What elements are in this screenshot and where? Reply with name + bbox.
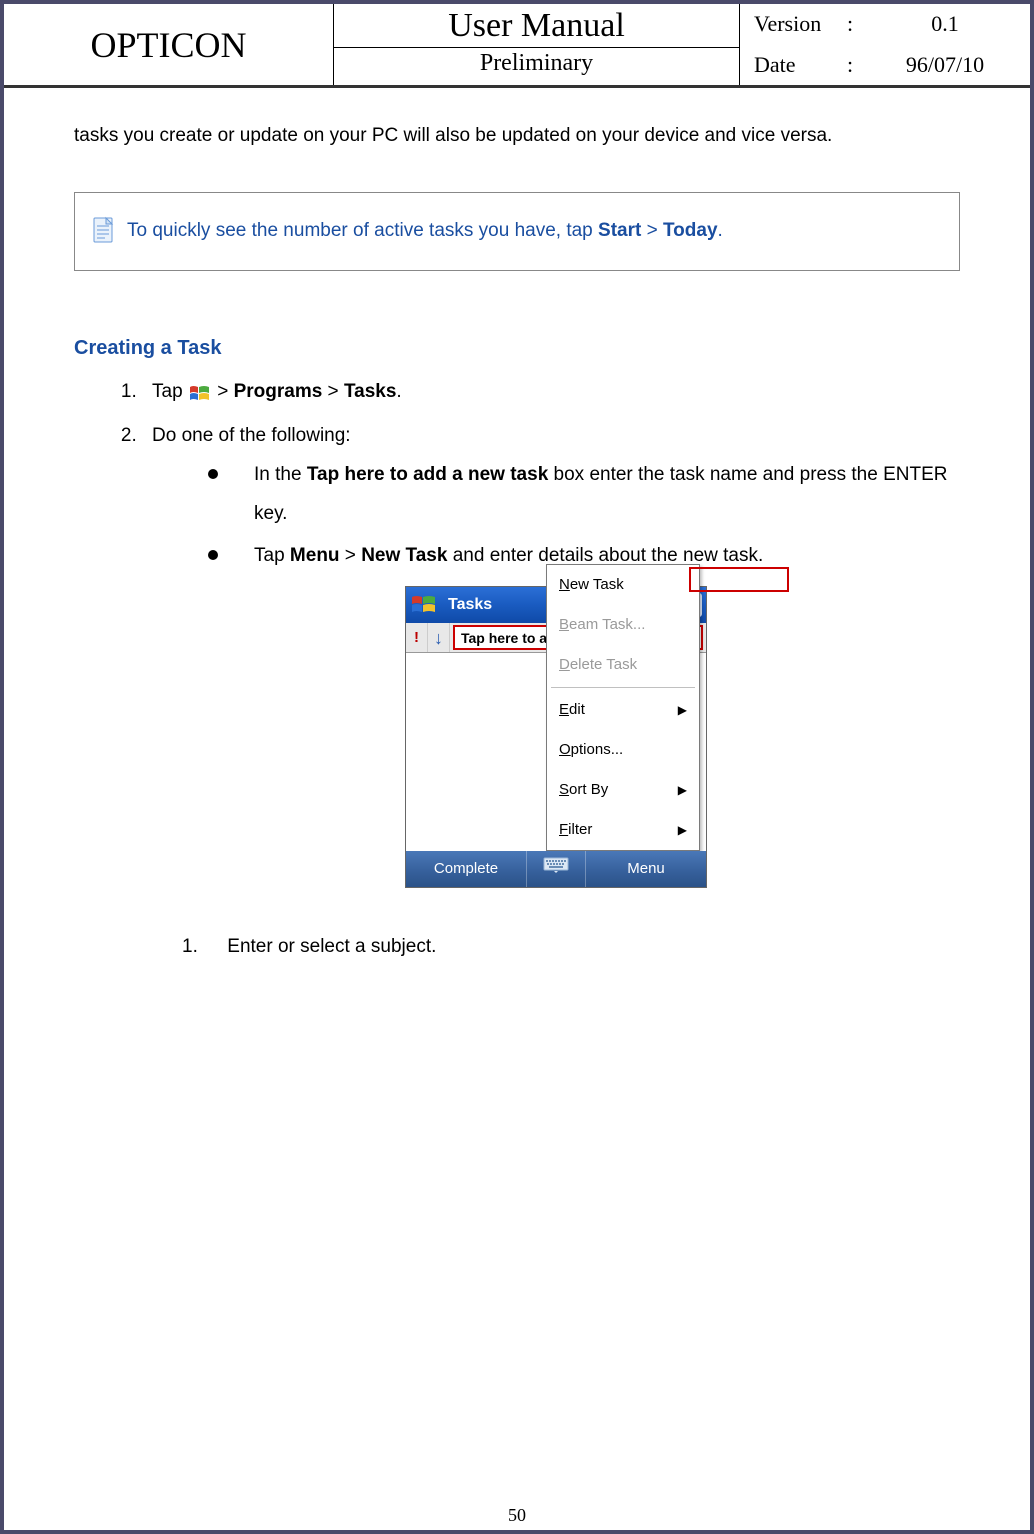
note-text: To quickly see the number of active task… <box>127 215 723 247</box>
bullet-1: In the Tap here to add a new task box en… <box>208 455 960 535</box>
menu-separator-1 <box>551 687 695 688</box>
sort-column[interactable]: ↓ <box>428 623 450 652</box>
bullet-list: In the Tap here to add a new task box en… <box>152 455 960 577</box>
menu-filter[interactable]: Filter ▶ <box>547 810 699 850</box>
date-row: Date : 96/07/10 <box>740 45 1030 86</box>
b2-b1: Menu <box>290 545 340 566</box>
intro-text: tasks you create or update on your PC wi… <box>74 120 960 152</box>
version-label: Version <box>740 11 840 37</box>
header-meta: Version : 0.1 Date : 96/07/10 <box>740 4 1030 85</box>
content-area: tasks you create or update on your PC wi… <box>4 88 1030 966</box>
b1-bold: Tap here to add a new task <box>307 464 548 485</box>
start-button[interactable] <box>410 591 438 619</box>
menu-beam-task: Beam Task... <box>547 605 699 645</box>
menu-new-task[interactable]: New Task <box>547 565 699 605</box>
note-mid: > <box>641 220 663 241</box>
menu-delete-task-label: Delete Task <box>559 650 637 680</box>
version-value: 0.1 <box>860 11 1030 37</box>
step1-gtpre: > <box>212 381 234 402</box>
windows-icon <box>188 381 212 403</box>
keyboard-icon <box>543 854 569 884</box>
menu-popup: New Task Beam Task... Delete Task Edit <box>546 564 700 851</box>
b2-b2: New Task <box>361 545 447 566</box>
menu-sortby-label: Sort By <box>559 775 608 805</box>
substep-number: 1. <box>182 928 222 966</box>
steps-list: Tap > Programs > Tasks. Do one of the fo… <box>74 373 960 967</box>
b2-post: and enter details about the new task. <box>447 545 763 566</box>
softkey-complete[interactable]: Complete <box>406 854 526 884</box>
softkey-menu[interactable]: Menu <box>586 854 706 884</box>
menu-filter-label: Filter <box>559 815 592 845</box>
page-number: 50 <box>4 1505 1030 1526</box>
date-colon: : <box>840 52 860 78</box>
step1-pre: Tap <box>152 381 188 402</box>
substep-text: Enter or select a subject. <box>227 936 436 957</box>
menu-options-label: Options... <box>559 735 623 765</box>
step2-text: Do one of the following: <box>152 425 351 446</box>
step-1: Tap > Programs > Tasks. <box>142 373 960 411</box>
step1-b1: Programs <box>234 381 323 402</box>
header-title-block: User Manual Preliminary <box>334 4 740 85</box>
priority-column[interactable]: ! <box>406 623 428 652</box>
menu-options[interactable]: Options... <box>547 730 699 770</box>
brand-text: OPTICON <box>90 24 246 66</box>
doc-title: User Manual <box>334 4 739 48</box>
b2-pre: Tap <box>254 545 290 566</box>
step1-mid: > <box>322 381 344 402</box>
submenu-arrow-icon: ▶ <box>678 818 687 842</box>
brand-cell: OPTICON <box>4 4 334 85</box>
section-heading: Creating a Task <box>74 331 960 365</box>
device-bottombar: Complete <box>406 851 706 887</box>
note-icon <box>91 216 117 246</box>
doc-header: OPTICON User Manual Preliminary Version … <box>4 4 1030 88</box>
note-today: Today <box>663 220 718 241</box>
menu-beam-task-label: Beam Task... <box>559 610 645 640</box>
menu-edit[interactable]: Edit ▶ <box>547 690 699 730</box>
menu-new-task-label: New Task <box>559 570 624 600</box>
submenu-arrow-icon: ▶ <box>678 778 687 802</box>
submenu-arrow-icon: ▶ <box>678 698 687 722</box>
step1-post: . <box>396 381 401 402</box>
substep-row: 1. Enter or select a subject. <box>152 928 960 966</box>
note-start: Start <box>598 220 641 241</box>
menu-edit-label: Edit <box>559 695 585 725</box>
page-container: OPTICON User Manual Preliminary Version … <box>0 0 1034 1534</box>
version-colon: : <box>840 11 860 37</box>
b1-pre: In the <box>254 464 307 485</box>
doc-subtitle: Preliminary <box>334 48 739 79</box>
note-prefix: To quickly see the number of active task… <box>127 220 598 241</box>
note-box: To quickly see the number of active task… <box>74 192 960 270</box>
menu-sort-by[interactable]: Sort By ▶ <box>547 770 699 810</box>
step1-b2: Tasks <box>344 381 396 402</box>
note-suffix: . <box>718 220 723 241</box>
bottom-border <box>4 1530 1030 1534</box>
version-row: Version : 0.1 <box>740 4 1030 45</box>
b2-mid: > <box>340 545 362 566</box>
date-label: Date <box>740 52 840 78</box>
titlebar-title: Tasks <box>444 589 492 621</box>
date-value: 96/07/10 <box>860 52 1030 78</box>
keyboard-toggle[interactable] <box>526 851 586 887</box>
menu-delete-task: Delete Task <box>547 645 699 685</box>
step-2: Do one of the following: In the Tap here… <box>142 417 960 967</box>
task-list-area[interactable]: New Task Beam Task... Delete Task Edit <box>406 653 706 851</box>
device-screenshot: Tasks 拼 <box>405 586 707 888</box>
